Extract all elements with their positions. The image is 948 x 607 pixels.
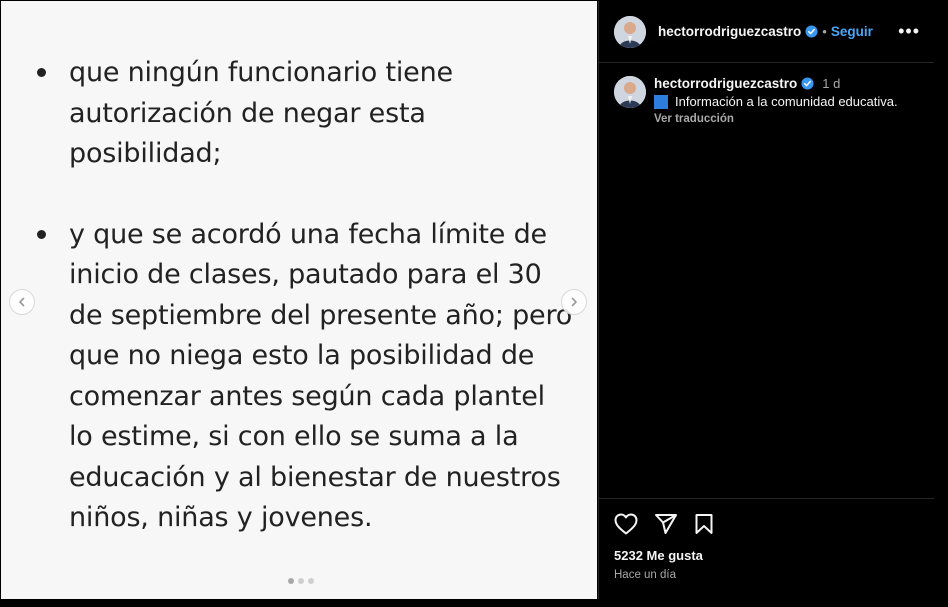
carousel-prev-button[interactable] xyxy=(9,289,35,315)
caption-meta: hectorrodriguezcastro 1 d xyxy=(654,76,898,91)
post-actions: 5232 Me gusta Hace un día xyxy=(599,498,935,599)
verified-badge-icon xyxy=(801,77,814,90)
avatar[interactable] xyxy=(614,15,646,48)
carousel-dot xyxy=(308,578,314,584)
post-header: hectorrodriguezcastro • Seguir ••• xyxy=(599,1,934,63)
share-button[interactable] xyxy=(654,513,678,535)
carousel-dot xyxy=(288,578,294,584)
like-button[interactable] xyxy=(614,513,638,535)
verified-badge-icon xyxy=(805,25,818,38)
profile-photo-icon xyxy=(614,15,646,48)
post-sidebar: hectorrodriguezcastro • Seguir ••• hecto… xyxy=(598,1,935,599)
chevron-right-icon xyxy=(571,297,577,307)
carousel-dots xyxy=(288,578,314,584)
caption-text-content: Información a la comunidad educativa. xyxy=(675,94,898,109)
more-options-icon[interactable]: ••• xyxy=(898,21,920,42)
carousel-next-button[interactable] xyxy=(561,289,587,315)
bullet-dot xyxy=(37,229,46,239)
caption-body: hectorrodriguezcastro 1 d Información a … xyxy=(654,76,898,125)
post-caption: hectorrodriguezcastro 1 d Información a … xyxy=(599,63,934,125)
save-button[interactable] xyxy=(694,513,714,535)
send-icon xyxy=(655,514,677,534)
caption-time[interactable]: 1 d xyxy=(822,76,840,91)
follow-button[interactable]: Seguir xyxy=(831,24,873,39)
post-bullet-text: y que se acordó una fecha límite de inic… xyxy=(69,218,573,534)
carousel-dot xyxy=(298,578,304,584)
post-modal: que ningún funcionario tiene autorizació… xyxy=(0,0,948,607)
bookmark-icon xyxy=(695,514,713,534)
caption-username[interactable]: hectorrodriguezcastro xyxy=(654,76,797,91)
caption-text: Información a la comunidad educativa. xyxy=(654,94,898,109)
header-username[interactable]: hectorrodriguezcastro xyxy=(658,24,801,39)
post-bullet-item: que ningún funcionario tiene autorizació… xyxy=(31,53,576,175)
post-timestamp: Hace un día xyxy=(614,569,677,581)
heart-icon xyxy=(614,513,638,535)
header-separator: • xyxy=(822,24,827,39)
post-bullet-text: que ningún funcionario tiene autorizació… xyxy=(69,57,453,169)
bullet-dot xyxy=(37,68,46,77)
action-bar xyxy=(599,499,935,535)
chevron-left-icon xyxy=(19,297,25,307)
avatar[interactable] xyxy=(614,76,646,108)
post-image-text: que ningún funcionario tiene autorizació… xyxy=(31,53,576,539)
profile-photo-icon xyxy=(614,76,646,108)
post-bullet-item: y que se acordó una fecha límite de inic… xyxy=(31,215,576,539)
post-media: que ningún funcionario tiene autorizació… xyxy=(1,1,597,599)
blue-square-icon xyxy=(654,94,668,109)
right-gutter xyxy=(934,0,948,607)
likes-count[interactable]: 5232 Me gusta xyxy=(599,535,935,563)
see-translation-link[interactable]: Ver traducción xyxy=(654,113,898,125)
